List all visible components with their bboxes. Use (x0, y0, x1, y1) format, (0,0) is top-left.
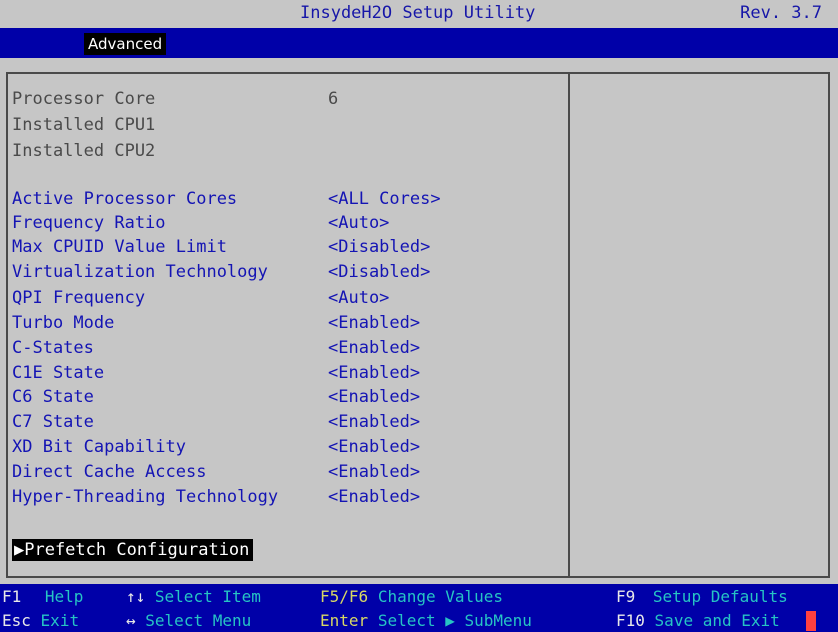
select-menu-key: ↔ (126, 611, 136, 630)
menu-bar: Advanced (0, 28, 838, 58)
legend-exit: Esc Exit (2, 610, 79, 632)
enter-action: Select ▶ SubMenu (377, 611, 532, 630)
select-item-key: ↑↓ (126, 587, 146, 606)
save-key: F10 (616, 611, 645, 630)
option-value[interactable]: <Disabled> (328, 236, 430, 258)
option-value[interactable]: <Enabled> (328, 486, 420, 508)
text-cursor (806, 611, 816, 631)
change-key: F5/F6 (320, 587, 369, 606)
option-value[interactable]: <Enabled> (328, 337, 420, 359)
select-menu-action: Select Menu (145, 611, 252, 630)
option-label: Max CPUID Value Limit (12, 237, 227, 257)
info-value: 6 (328, 89, 339, 109)
legend-select-item: ↑↓ Select Item (126, 586, 261, 608)
info-label: Installed CPU2 (12, 141, 156, 161)
option-label: Direct Cache Access (12, 462, 207, 482)
legend-select-menu: ↔ Select Menu (126, 610, 251, 632)
help-key: F1 (2, 587, 22, 606)
option-value[interactable]: <Enabled> (328, 362, 420, 384)
title-bar: InsydeH2O Setup Utility Rev. 3.7 (0, 0, 838, 26)
option-label: XD Bit Capability (12, 437, 186, 457)
option-label: Turbo Mode (12, 313, 115, 333)
option-label: Virtualization Technology (12, 262, 268, 282)
option-value[interactable]: <Enabled> (328, 386, 420, 408)
option-label: Active Processor Cores (12, 189, 238, 209)
option-value[interactable]: <Enabled> (328, 436, 420, 458)
option-value[interactable]: <ALL Cores> (328, 188, 441, 210)
option-label: C1E State (12, 363, 105, 383)
app-title: InsydeH2O Setup Utility (300, 3, 536, 23)
help-pane-divider (568, 74, 570, 576)
help-action: Help (44, 587, 84, 606)
option-label: C7 State (12, 412, 94, 432)
legend-change-values: F5/F6 Change Values (320, 586, 503, 608)
key-legend-bar: F1 Help Esc Exit ↑↓ Select Item ↔ Select… (0, 584, 838, 632)
save-action: Save and Exit (654, 611, 780, 630)
option-value[interactable]: <Enabled> (328, 461, 420, 483)
submenu-prefetch-configuration[interactable]: ▶Prefetch Configuration (12, 539, 254, 561)
option-value[interactable]: <Auto> (328, 212, 389, 234)
info-label: Installed CPU1 (12, 115, 156, 135)
defaults-key: F9 (616, 587, 636, 606)
option-label: Hyper-Threading Technology (12, 487, 279, 507)
legend-help: F1 Help (2, 586, 83, 608)
option-value[interactable]: <Enabled> (328, 312, 420, 334)
legend-setup-defaults: F9 Setup Defaults (616, 586, 788, 608)
defaults-action: Setup Defaults (652, 587, 788, 606)
select-item-action: Select Item (154, 587, 261, 606)
exit-action: Exit (40, 611, 80, 630)
change-action: Change Values (377, 587, 504, 606)
legend-enter-submenu: Enter Select ▶ SubMenu (320, 610, 532, 632)
tab-advanced[interactable]: Advanced (84, 33, 167, 55)
option-label: Frequency Ratio (12, 213, 166, 233)
legend-save-exit: F10 Save and Exit (616, 610, 780, 632)
enter-key: Enter (320, 611, 369, 630)
revision-label: Rev. 3.7 (740, 3, 822, 23)
option-value[interactable]: <Enabled> (328, 411, 420, 433)
info-label: Processor Core (12, 89, 156, 109)
option-label: QPI Frequency (12, 288, 146, 308)
esc-key: Esc (2, 611, 31, 630)
option-value[interactable]: <Disabled> (328, 261, 430, 283)
option-label: C-States (12, 338, 94, 358)
option-label: C6 State (12, 387, 94, 407)
option-value[interactable]: <Auto> (328, 287, 389, 309)
